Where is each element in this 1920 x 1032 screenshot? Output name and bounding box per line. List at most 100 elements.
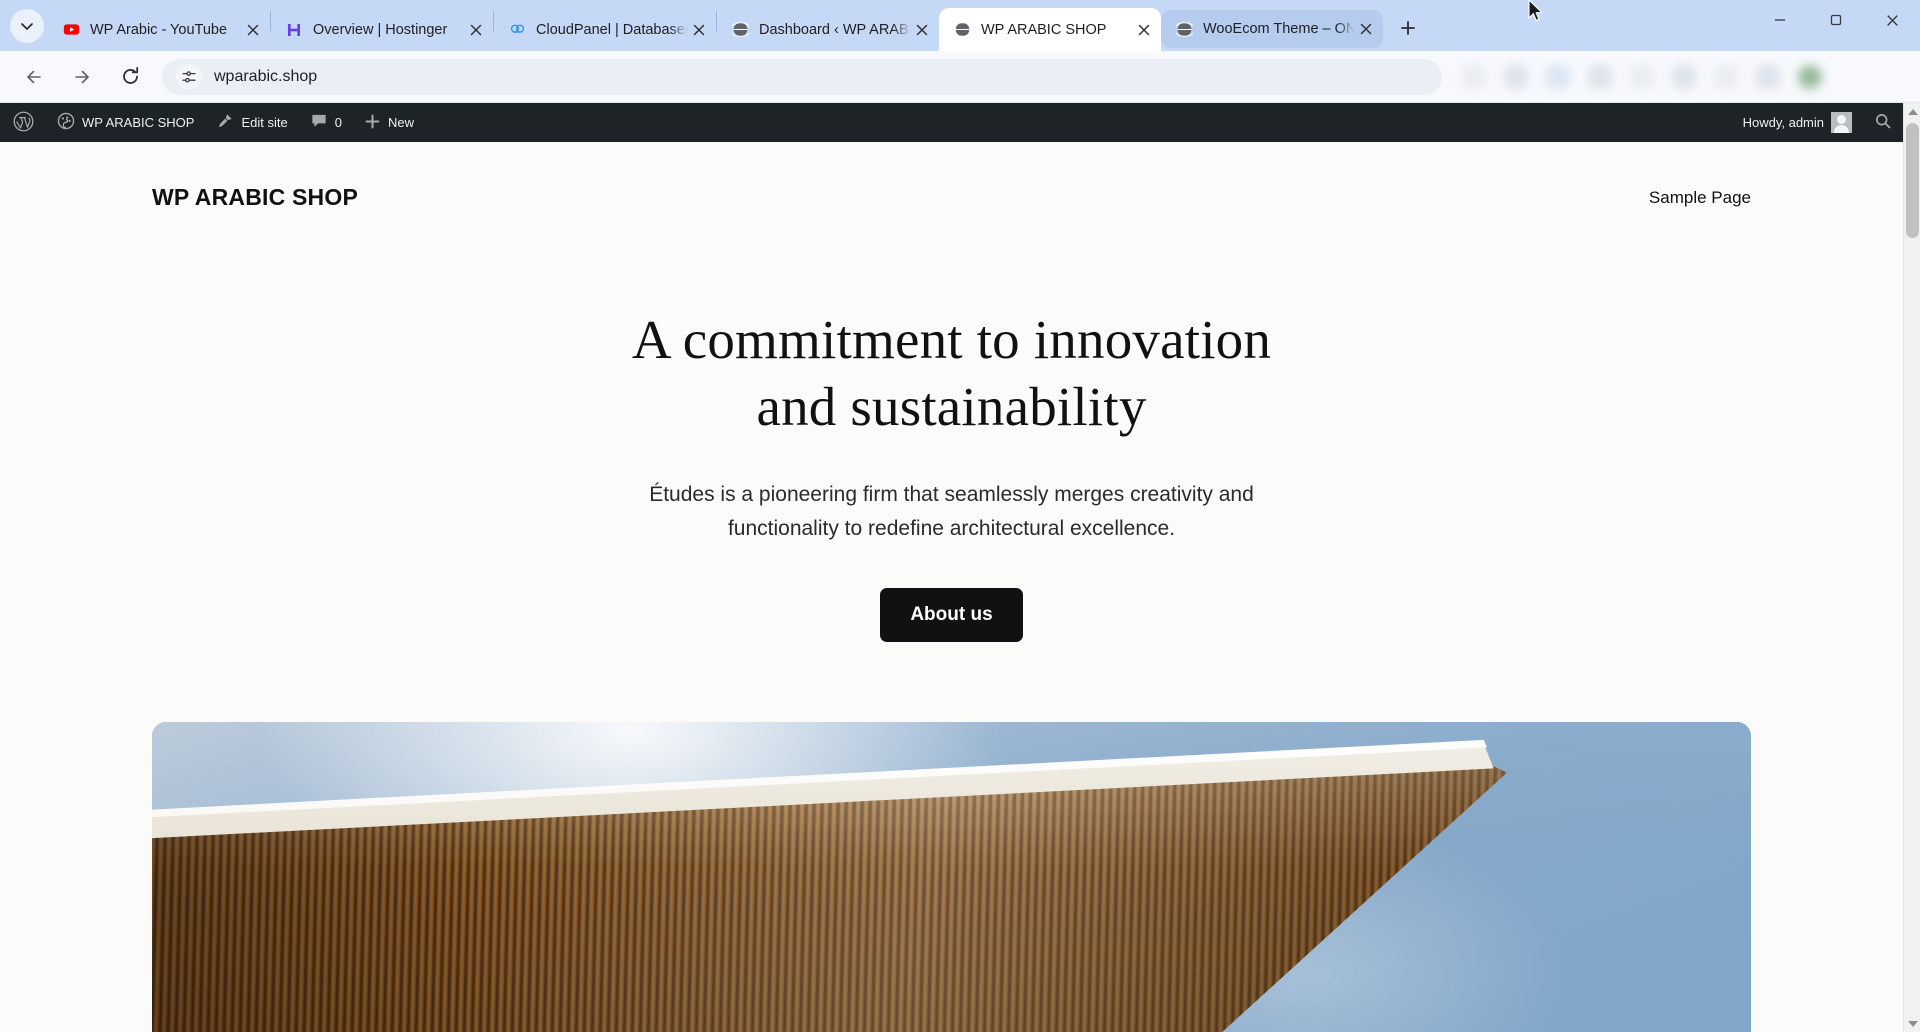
maximize-icon	[1830, 14, 1842, 26]
close-window-button[interactable]	[1864, 0, 1920, 40]
admin-bar-site-name-label: WP ARABIC SHOP	[82, 115, 195, 130]
tab-title: Overview | Hostinger	[313, 21, 448, 38]
close-tab-button[interactable]	[1133, 19, 1155, 41]
close-icon	[470, 24, 482, 35]
browser-tab-wp-arabic-shop-active[interactable]: WP ARABIC SHOP	[939, 8, 1161, 51]
close-icon	[247, 24, 259, 35]
profile-avatar-icon[interactable]	[1798, 64, 1822, 89]
hero-section: A commitment to innovation and sustainab…	[0, 211, 1903, 643]
admin-bar-right-group: Howdy, admin	[1732, 103, 1903, 142]
admin-bar-edit-site[interactable]: Edit site	[205, 103, 298, 142]
hero-paragraph: Études is a pioneering firm that seamles…	[649, 483, 1254, 541]
tab-title: WooEcom Theme – ONE P	[1203, 21, 1355, 37]
admin-bar-site-name[interactable]: WP ARABIC SHOP	[46, 103, 205, 142]
tab-strip: WP Arabic - YouTube Overview | Hostinger	[0, 0, 1920, 51]
cloudpanel-icon	[508, 21, 526, 39]
hero-heading-line-1: A commitment to innovation	[631, 309, 1272, 370]
nav-item-sample-page[interactable]: Sample Page	[1649, 188, 1751, 208]
extension-icon[interactable]	[1588, 64, 1612, 89]
tab-title: WP ARABIC SHOP	[981, 21, 1107, 38]
address-bar[interactable]: wparabic.shop	[162, 58, 1442, 95]
globe-icon	[1175, 20, 1193, 38]
dashboard-icon	[57, 112, 75, 133]
close-icon	[1360, 23, 1372, 35]
extension-icon[interactable]	[1756, 64, 1780, 89]
search-icon	[1874, 112, 1892, 133]
hero-heading-line-2: and sustainability	[756, 376, 1147, 438]
close-icon	[693, 24, 705, 35]
reload-button[interactable]	[113, 60, 147, 94]
forward-button[interactable]	[65, 60, 99, 94]
browser-tab-cloudpanel[interactable]: CloudPanel | Databases	[494, 8, 716, 51]
extension-icon[interactable]	[1714, 64, 1738, 89]
site-content: WP ARABIC SHOP Sample Page A commitment …	[0, 142, 1903, 1032]
close-icon	[916, 24, 928, 35]
minimize-button[interactable]	[1752, 0, 1808, 40]
close-tab-button[interactable]	[465, 19, 487, 41]
window-controls	[1752, 0, 1920, 51]
tab-list: WP Arabic - YouTube Overview | Hostinger	[48, 0, 1425, 51]
wordpress-logo-icon	[13, 111, 34, 135]
tab-title: Dashboard ‹ WP ARABIC S	[759, 21, 911, 38]
arrow-left-icon	[27, 70, 41, 83]
hostinger-icon	[285, 21, 303, 39]
close-icon	[1138, 24, 1150, 35]
site-title[interactable]: WP ARABIC SHOP	[152, 184, 358, 211]
close-icon	[1886, 14, 1898, 26]
admin-bar-comments-count: 0	[334, 115, 342, 130]
triangle-down-icon	[1907, 1020, 1918, 1027]
wp-logo-button[interactable]	[0, 103, 46, 142]
avatar	[1831, 112, 1852, 133]
browser-tab-wooecom-theme[interactable]: WooEcom Theme – ONE P	[1161, 10, 1383, 48]
tab-title: WP Arabic - YouTube	[90, 21, 228, 38]
tune-icon[interactable]	[176, 63, 202, 90]
globe-icon	[953, 21, 971, 39]
browser-extensions-area[interactable]	[1452, 57, 1912, 97]
plus-icon	[1401, 21, 1415, 35]
minimize-icon	[1775, 19, 1785, 21]
scrollbar-thumb[interactable]	[1906, 123, 1919, 238]
arrow-right-icon	[75, 70, 89, 83]
chevron-down-icon	[21, 23, 33, 30]
about-us-button[interactable]: About us	[880, 588, 1023, 643]
reload-icon	[122, 66, 138, 84]
admin-bar-new-content[interactable]: New	[353, 103, 425, 142]
close-tab-button[interactable]	[1355, 18, 1377, 40]
brush-icon	[216, 112, 234, 133]
close-tab-button[interactable]	[911, 19, 933, 41]
hero-image	[152, 722, 1751, 1032]
admin-bar-comments[interactable]: 0	[299, 103, 353, 142]
browser-tab-hostinger[interactable]: Overview | Hostinger	[271, 8, 493, 51]
url-text: wparabic.shop	[214, 67, 318, 85]
wp-admin-bar: WP ARABIC SHOP Edit site 0 New Howdy, ad…	[0, 103, 1903, 142]
browser-tab-wp-dashboard[interactable]: Dashboard ‹ WP ARABIC S	[717, 8, 939, 51]
close-tab-button[interactable]	[242, 19, 264, 41]
maximize-button[interactable]	[1808, 0, 1864, 40]
extension-icon[interactable]	[1672, 64, 1696, 89]
back-button[interactable]	[17, 60, 51, 94]
extension-icon[interactable]	[1504, 64, 1528, 89]
admin-bar-my-account[interactable]: Howdy, admin	[1732, 103, 1863, 142]
scroll-up-button[interactable]	[1904, 103, 1920, 120]
admin-bar-search-button[interactable]	[1863, 103, 1903, 142]
extension-icon[interactable]	[1462, 64, 1486, 89]
admin-bar-new-label: New	[387, 115, 414, 130]
admin-bar-howdy-label: Howdy, admin	[1742, 115, 1824, 130]
browser-window: WP Arabic - YouTube Overview | Hostinger	[0, 0, 1920, 1032]
youtube-icon	[62, 21, 80, 39]
new-tab-button[interactable]	[1391, 11, 1425, 45]
comment-icon	[310, 112, 328, 133]
tab-title: CloudPanel | Databases	[536, 21, 688, 38]
page-scrollbar[interactable]	[1903, 103, 1920, 1032]
close-tab-button[interactable]	[688, 19, 710, 41]
tab-search-button[interactable]	[10, 9, 44, 43]
hero-heading: A commitment to innovation and sustainab…	[0, 306, 1903, 440]
extension-icon[interactable]	[1630, 64, 1654, 89]
page-content-column: WP ARABIC SHOP Edit site 0 New Howdy, ad…	[0, 103, 1903, 1032]
scroll-down-button[interactable]	[1904, 1015, 1920, 1032]
globe-icon	[731, 21, 749, 39]
browser-tab-youtube[interactable]: WP Arabic - YouTube	[48, 8, 270, 51]
admin-bar-edit-site-label: Edit site	[241, 115, 288, 130]
site-header: WP ARABIC SHOP Sample Page	[0, 142, 1903, 211]
extension-icon[interactable]	[1546, 64, 1570, 89]
